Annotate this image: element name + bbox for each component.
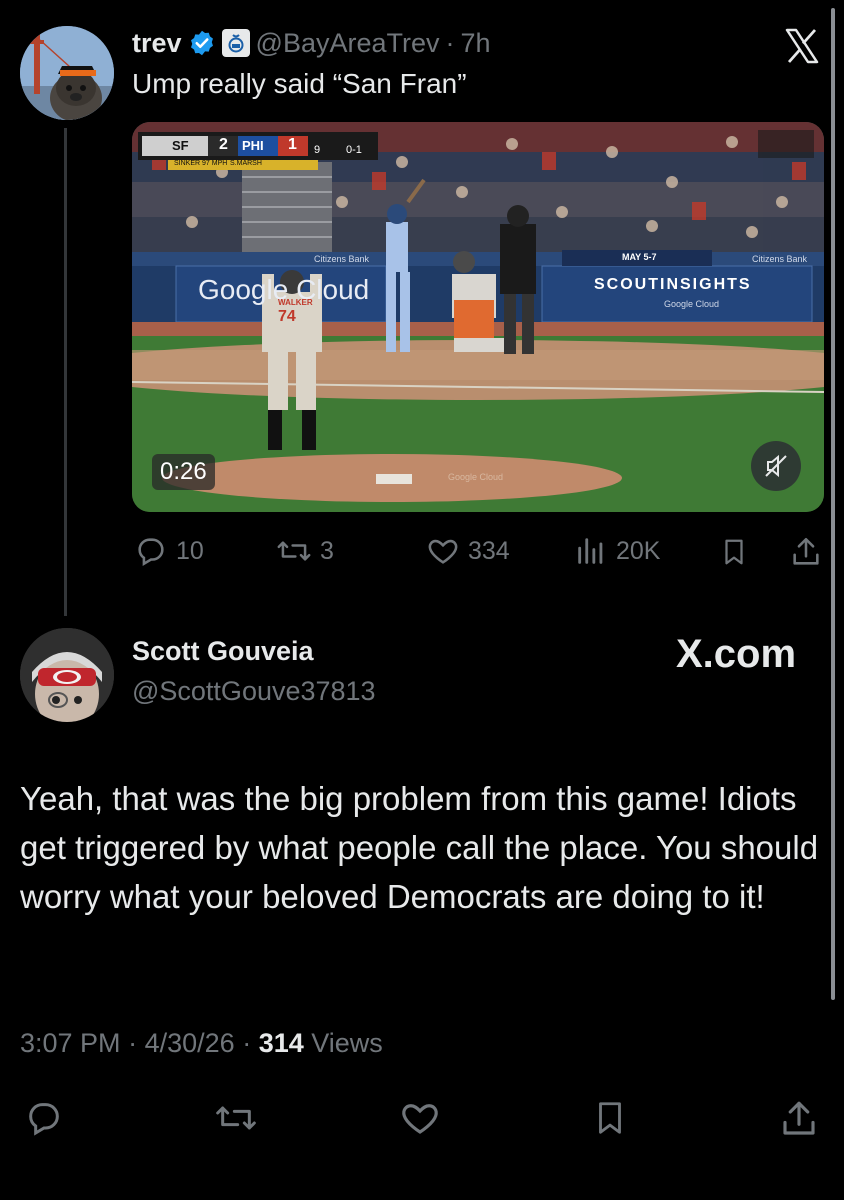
share-icon[interactable] bbox=[776, 1096, 822, 1142]
reply-time[interactable]: 3:07 PM bbox=[20, 1028, 121, 1058]
scorebug-away-team: SF bbox=[172, 138, 189, 153]
video-player[interactable]: SF 2 PHI 1 9 0-1 SINKER 97 MPH S.MARSH C… bbox=[132, 122, 824, 512]
ribbon-right-text: Citizens Bank bbox=[752, 254, 808, 264]
meta-separator: · bbox=[445, 27, 455, 58]
mute-icon[interactable] bbox=[758, 448, 794, 484]
verified-badge-icon bbox=[188, 29, 216, 57]
scorebug-pitch: SINKER 97 MPH bbox=[174, 160, 228, 167]
repost-icon bbox=[276, 534, 312, 568]
reply-icon bbox=[134, 534, 168, 568]
original-handle[interactable]: @BayAreaTrev bbox=[256, 28, 440, 59]
reply-views-count: 314 bbox=[258, 1028, 304, 1058]
x-logo-icon[interactable] bbox=[782, 26, 822, 66]
views-count: 20K bbox=[616, 536, 661, 565]
reply-icon[interactable] bbox=[22, 1096, 66, 1140]
x-com-watermark: X.com bbox=[676, 632, 797, 676]
scorebug-home-score: 1 bbox=[288, 136, 297, 153]
promo-date: MAY 5-7 bbox=[622, 252, 657, 262]
scorebug-away-score: 2 bbox=[219, 136, 228, 153]
pitcher-number: 74 bbox=[278, 308, 296, 325]
like-icon bbox=[426, 534, 460, 568]
original-tweet-text: Ump really said “San Fran” bbox=[132, 68, 467, 99]
trev-avatar[interactable] bbox=[20, 26, 114, 120]
scorebug-home-team: PHI bbox=[242, 138, 264, 153]
video-duration: 0:26 bbox=[152, 454, 215, 490]
like-icon[interactable] bbox=[398, 1096, 442, 1140]
meta-separator: · bbox=[128, 1028, 145, 1058]
scorebug-batter: S.MARSH bbox=[230, 160, 262, 167]
ribbon-left-text: Citizens Bank bbox=[314, 254, 370, 264]
reply-display-name[interactable]: Scott Gouveia bbox=[132, 636, 314, 667]
meta-separator: · bbox=[242, 1028, 259, 1058]
board-right-sub: Google Cloud bbox=[664, 299, 720, 309]
scrollbar[interactable] bbox=[831, 8, 835, 1000]
reply-views-label: Views bbox=[311, 1028, 383, 1058]
like-action[interactable]: 334 bbox=[426, 534, 510, 568]
automated-account-icon bbox=[221, 29, 250, 57]
bookmark-icon[interactable] bbox=[588, 1096, 632, 1140]
original-display-name[interactable]: trev bbox=[132, 28, 182, 59]
bookmark-icon[interactable] bbox=[716, 534, 752, 570]
scott-avatar[interactable] bbox=[20, 628, 114, 722]
like-count: 334 bbox=[468, 536, 510, 565]
share-icon[interactable] bbox=[786, 532, 826, 572]
pitcher-name: WALKER bbox=[278, 298, 313, 307]
repost-action[interactable]: 3 bbox=[276, 534, 334, 568]
thread-connector-line bbox=[64, 128, 67, 616]
reply-action[interactable]: 10 bbox=[134, 534, 204, 568]
mound-text: Google Cloud bbox=[448, 472, 504, 482]
reply-date[interactable]: 4/30/26 bbox=[145, 1028, 235, 1058]
reply-tweet-text: Yeah, that was the big problem from this… bbox=[20, 780, 819, 915]
reply-count: 10 bbox=[176, 536, 204, 565]
repost-icon[interactable] bbox=[212, 1096, 260, 1140]
board-right-text: SCOUTINSIGHTS bbox=[594, 276, 752, 293]
scorebug-count: 0-1 bbox=[346, 144, 362, 156]
reply-meta-line: 3:07 PM · 4/30/26 · 314 Views bbox=[20, 1028, 383, 1059]
reply-handle[interactable]: @ScottGouve37813 bbox=[132, 676, 376, 707]
views-action[interactable]: 20K bbox=[574, 534, 660, 568]
scorebug-inning: 9 bbox=[314, 144, 321, 156]
repost-count: 3 bbox=[320, 536, 334, 565]
views-icon bbox=[574, 534, 608, 568]
original-timestamp[interactable]: 7h bbox=[461, 28, 491, 59]
